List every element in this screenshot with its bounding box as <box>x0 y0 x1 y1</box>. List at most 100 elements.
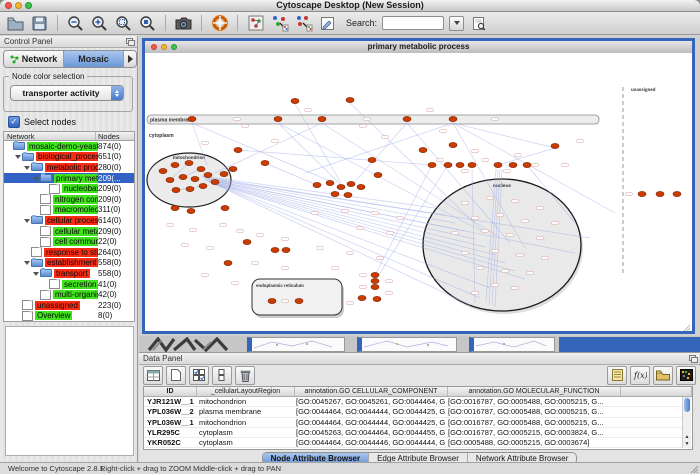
disclosure-triangle-icon[interactable] <box>15 153 22 160</box>
graph-node[interactable] <box>357 184 365 189</box>
graph-node[interactable] <box>326 180 334 185</box>
tree-row[interactable]: establishment of lo558(0) <box>4 258 134 269</box>
tree-row[interactable]: response to stimulu264(0) <box>4 247 134 258</box>
layout-spring-icon[interactable] <box>270 14 289 32</box>
canvas-resize-grip[interactable] <box>684 325 690 331</box>
col-layout-region[interactable]: _cellularLayoutRegion <box>197 387 295 396</box>
open-session-icon[interactable] <box>6 14 25 32</box>
graph-node[interactable] <box>185 160 193 165</box>
graph-node[interactable] <box>171 205 179 210</box>
graph-node[interactable] <box>494 162 502 167</box>
enhanced-search-icon[interactable] <box>469 14 488 32</box>
table-row[interactable]: YPL036W__2plasma membrane[GO:0044464, GO… <box>144 407 692 417</box>
overview-window-fragment[interactable] <box>145 337 241 352</box>
graph-node[interactable] <box>186 186 194 191</box>
tree-row[interactable]: primary metabo209(... <box>4 173 134 184</box>
select-nodes-checkbox[interactable] <box>8 116 20 128</box>
function-builder-icon[interactable]: f(x) <box>630 366 650 385</box>
tree-row[interactable]: Overview8(0) <box>4 311 134 322</box>
graph-node[interactable] <box>291 98 299 103</box>
graph-node[interactable] <box>229 166 237 171</box>
disclosure-triangle-icon[interactable] <box>33 270 40 277</box>
tree-row[interactable]: multi-organism pro42(0) <box>4 289 134 300</box>
col-molecular-function[interactable]: annotation.GO MOLECULAR_FUNCTION <box>448 387 621 396</box>
graph-node[interactable] <box>191 176 199 181</box>
graph-node[interactable] <box>371 272 379 277</box>
table-row[interactable]: YJR121W__1mitochondrion[GO:0045267, GO:0… <box>144 397 692 407</box>
close-view-icon[interactable] <box>151 44 157 50</box>
graph-node[interactable] <box>221 205 229 210</box>
graph-node[interactable] <box>271 247 279 252</box>
tree-row[interactable]: nitrogen compo209(0) <box>4 194 134 205</box>
graph-node[interactable] <box>243 239 251 244</box>
attribute-table-icon[interactable] <box>143 366 163 385</box>
tree-row[interactable]: nucleobase-c209(0) <box>4 183 134 194</box>
graph-node[interactable] <box>403 116 411 121</box>
graph-node[interactable] <box>199 183 207 188</box>
delete-attributes-icon[interactable] <box>235 366 255 385</box>
zoom-in-icon[interactable] <box>90 14 109 32</box>
zoom-out-icon[interactable] <box>66 14 85 32</box>
graph-node[interactable] <box>282 247 290 252</box>
table-scrollbar[interactable]: ▲ ▼ <box>682 397 691 448</box>
tree-row[interactable]: secretion41(0) <box>4 279 134 290</box>
network-canvas[interactable]: plasma membranecytoplasmmitochondrionnuc… <box>145 53 692 331</box>
zoom-window-icon[interactable] <box>25 2 32 9</box>
close-window-icon[interactable] <box>5 2 12 9</box>
background-window[interactable] <box>469 337 555 352</box>
graph-node[interactable] <box>172 187 180 192</box>
disclosure-triangle-icon[interactable] <box>24 164 31 171</box>
graph-node[interactable] <box>187 208 195 213</box>
tree-row[interactable]: cell communicat22(0) <box>4 236 134 247</box>
graph-node[interactable] <box>371 278 379 283</box>
graph-node[interactable] <box>234 147 242 152</box>
graph-node[interactable] <box>656 191 664 196</box>
graph-node[interactable] <box>188 116 196 121</box>
graph-node[interactable] <box>344 192 352 197</box>
float-panel-icon[interactable] <box>689 355 697 362</box>
graph-node[interactable] <box>373 296 381 301</box>
graph-node[interactable] <box>331 191 339 196</box>
tab-overflow-arrow[interactable] <box>124 51 136 67</box>
canvas-resize-grip[interactable] <box>687 328 690 331</box>
scroll-down-icon[interactable]: ▼ <box>684 441 690 447</box>
col-id[interactable]: ID <box>144 387 197 396</box>
graph-node[interactable] <box>638 191 646 196</box>
graph-node[interactable] <box>179 174 187 179</box>
zoom-fit-icon[interactable] <box>114 14 133 32</box>
save-session-icon[interactable] <box>30 14 49 32</box>
graphics-snapshot-icon[interactable] <box>174 14 193 32</box>
graph-node[interactable] <box>171 162 179 167</box>
graph-node[interactable] <box>220 171 228 176</box>
attribute-matrix-icon[interactable] <box>676 366 696 385</box>
graph-node[interactable] <box>449 142 457 147</box>
search-dropdown-icon[interactable] <box>449 16 464 31</box>
graph-node[interactable] <box>318 116 326 121</box>
graph-node[interactable] <box>444 162 452 167</box>
tree-row[interactable]: cellular process614(0) <box>4 215 134 226</box>
zoom-selected-icon[interactable] <box>138 14 157 32</box>
import-attributes-icon[interactable] <box>653 366 673 385</box>
tree-row[interactable]: cellular metabo209(0) <box>4 226 134 237</box>
select-attributes-icon[interactable] <box>189 366 209 385</box>
graph-node[interactable] <box>371 284 379 289</box>
col-cellular-component[interactable]: annotation.GO CELLULAR_COMPONENT <box>295 387 448 396</box>
tab-network[interactable]: Network <box>4 51 64 67</box>
tree-row[interactable]: macromolecule311(0) <box>4 205 134 216</box>
graph-node[interactable] <box>337 184 345 189</box>
table-row[interactable]: YDR039C__1mitochondrion[GO:0044464, GO:0… <box>144 448 692 450</box>
modify-network-icon[interactable] <box>246 14 265 32</box>
tab-mosaic[interactable]: Mosaic <box>64 51 124 67</box>
graph-node[interactable] <box>159 168 167 173</box>
graph-node[interactable] <box>449 116 457 121</box>
background-window[interactable] <box>357 337 457 352</box>
scroll-up-icon[interactable]: ▲ <box>684 434 690 440</box>
graph-node[interactable] <box>224 260 232 265</box>
graph-node[interactable] <box>268 298 276 303</box>
search-input[interactable] <box>382 16 444 30</box>
disclosure-triangle-icon[interactable] <box>24 217 31 224</box>
tree-row[interactable]: mosaic-demo-yeast874(0) <box>4 141 134 152</box>
graph-node[interactable] <box>368 157 376 162</box>
disclosure-triangle-icon[interactable] <box>33 175 40 182</box>
graph-node[interactable] <box>313 182 321 187</box>
